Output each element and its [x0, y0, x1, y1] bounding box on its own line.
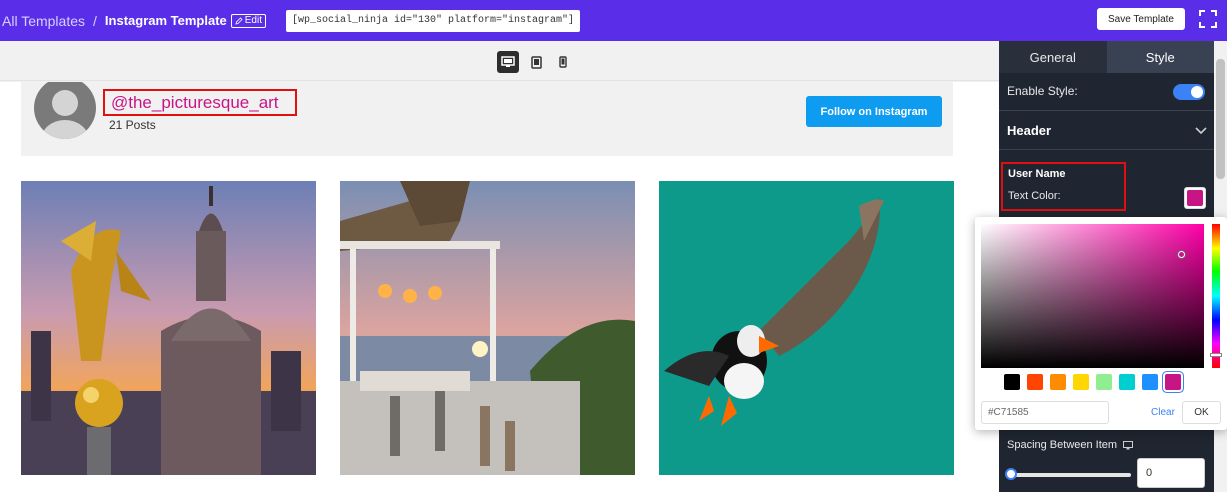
feed-preview: @the_picturesque_art 21 Posts Follow on … [0, 82, 999, 492]
header-section-toggle[interactable]: Header [999, 112, 1214, 150]
hex-color-input[interactable]: #C71585 [981, 401, 1109, 424]
tablet-view-button[interactable] [525, 51, 547, 73]
preset-swatch[interactable] [1119, 374, 1135, 390]
spacing-between-item-row: Spacing Between Item [1007, 439, 1134, 451]
puffin-flying-photo[interactable] [659, 181, 954, 475]
text-color-swatch[interactable] [1184, 187, 1206, 209]
spacing-between-item-label: Spacing Between Item [1007, 439, 1118, 451]
breadcrumb-all-templates[interactable]: All Templates [2, 13, 85, 29]
scrollbar-thumb[interactable] [1216, 59, 1225, 179]
device-preview-bar [0, 41, 999, 81]
top-bar: All Templates / Instagram Template Edit … [0, 0, 1227, 41]
user-name-settings: User Name Text Color: [1001, 162, 1126, 211]
preset-swatch[interactable] [1096, 374, 1112, 390]
mobile-icon [559, 56, 567, 68]
clear-button[interactable]: Clear [1151, 407, 1175, 418]
preset-swatch[interactable] [1073, 374, 1089, 390]
color-picker-popover: #C71585 Clear OK [975, 217, 1227, 430]
mobile-view-button[interactable] [552, 51, 574, 73]
enable-style-label: Enable Style: [1007, 84, 1078, 98]
chevron-down-icon [1195, 127, 1207, 135]
follow-on-instagram-button[interactable]: Follow on Instagram [806, 96, 942, 127]
preset-swatches [1004, 374, 1181, 390]
avatar [34, 82, 96, 139]
fullscreen-icon[interactable] [1198, 9, 1218, 29]
desktop-icon [501, 56, 515, 67]
enable-style-toggle[interactable] [1173, 84, 1205, 100]
color-cursor[interactable] [1178, 251, 1185, 258]
instagram-username: @the_picturesque_art [103, 89, 297, 116]
text-color-label: Text Color: [1008, 190, 1061, 202]
terrace-sunset-photo[interactable] [340, 181, 635, 475]
enable-style-row: Enable Style: [999, 73, 1214, 111]
preset-swatch[interactable] [1004, 374, 1020, 390]
header-section-label: Header [1007, 123, 1052, 138]
dresden-golden-angel-photo[interactable] [21, 181, 316, 475]
hue-slider[interactable] [1212, 224, 1220, 368]
pencil-icon [235, 16, 243, 25]
tablet-icon [530, 55, 542, 69]
template-title: Instagram Template [104, 13, 227, 28]
desktop-view-button[interactable] [497, 51, 519, 73]
feed-header: @the_picturesque_art 21 Posts Follow on … [21, 82, 953, 156]
breadcrumb-separator: / [93, 12, 97, 29]
preset-swatch[interactable] [1142, 374, 1158, 390]
text-color-swatch-fill [1187, 190, 1203, 206]
saturation-value-area[interactable] [981, 224, 1204, 368]
user-name-heading: User Name [1008, 168, 1066, 180]
spacing-slider-track[interactable] [1009, 473, 1131, 477]
edit-label: Edit [244, 14, 262, 26]
tab-general[interactable]: General [999, 41, 1107, 73]
ok-button[interactable]: OK [1182, 401, 1221, 424]
desktop-icon [1123, 440, 1134, 449]
panel-tabs: General Style [999, 41, 1214, 73]
tab-style[interactable]: Style [1106, 41, 1214, 73]
preset-swatch[interactable] [1165, 374, 1181, 390]
preset-swatch[interactable] [1050, 374, 1066, 390]
preset-swatch[interactable] [1027, 374, 1043, 390]
spacing-slider-handle[interactable] [1005, 468, 1017, 480]
spacing-input[interactable]: 0 [1137, 458, 1205, 488]
hue-slider-handle[interactable] [1210, 353, 1222, 357]
shortcode-field[interactable]: [wp_social_ninja id="130" platform="inst… [286, 9, 581, 32]
save-template-button[interactable]: Save Template [1097, 8, 1185, 30]
posts-count: 21 Posts [109, 118, 156, 132]
edit-title-button[interactable]: Edit [230, 13, 266, 28]
